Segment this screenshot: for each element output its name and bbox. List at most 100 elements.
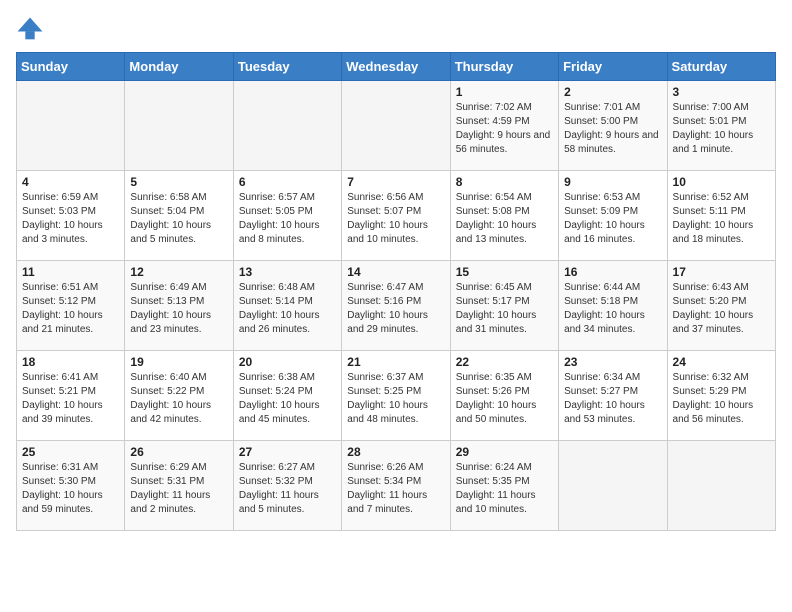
calendar-cell: 16 Sunrise: 6:44 AMSunset: 5:18 PMDayligh…: [559, 261, 667, 351]
day-number: 21: [347, 355, 444, 369]
calendar-cell: 11 Sunrise: 6:51 AMSunset: 5:12 PMDayligh…: [17, 261, 125, 351]
calendar-cell: 25Sunrise: 6:31 AMSunset: 5:30 PMDayligh…: [17, 441, 125, 531]
day-info: Sunrise: 7:00 AMSunset: 5:01 PMDaylight:…: [673, 101, 770, 157]
calendar-cell: 5Sunrise: 6:58 AMSunset: 5:04 PMDaylight…: [125, 171, 233, 261]
day-number: 3: [673, 85, 770, 99]
day-number: 8: [456, 175, 553, 189]
calendar-cell: [125, 81, 233, 171]
day-info: Sunrise: 6:48 AMSunset: 5:14 PMDaylight:…: [239, 281, 336, 337]
calendar-cell: 20 Sunrise: 6:38 AMSunset: 5:24 PMDayligh…: [233, 351, 341, 441]
calendar-table: SundayMondayTuesdayWednesdayThursdayFrid…: [16, 52, 776, 531]
day-info: Sunrise: 6:43 AMSunset: 5:20 PMDaylight:…: [673, 281, 770, 337]
day-number: 2: [564, 85, 661, 99]
day-info: Sunrise: 7:02 AMSunset: 4:59 PMDaylight:…: [456, 101, 553, 157]
day-number: 17: [673, 265, 770, 279]
calendar-header: SundayMondayTuesdayWednesdayThursdayFrid…: [17, 53, 776, 81]
calendar-cell: 19Sunrise: 6:40 AMSunset: 5:22 PMDayligh…: [125, 351, 233, 441]
day-number: 6: [239, 175, 336, 189]
calendar-cell: [233, 81, 341, 171]
calendar-cell: 27 Sunrise: 6:27 AMSunset: 5:32 PMDayligh…: [233, 441, 341, 531]
calendar-cell: [559, 441, 667, 531]
day-info: Sunrise: 6:45 AMSunset: 5:17 PMDaylight:…: [456, 281, 553, 337]
day-number: 18: [22, 355, 119, 369]
calendar-cell: 9 Sunrise: 6:53 AMSunset: 5:09 PMDaylight…: [559, 171, 667, 261]
calendar-cell: 18 Sunrise: 6:41 AMSunset: 5:21 PMDayligh…: [17, 351, 125, 441]
day-number: 4: [22, 175, 119, 189]
calendar-row: 1 Sunrise: 7:02 AMSunset: 4:59 PMDaylight…: [17, 81, 776, 171]
day-info: Sunrise: 6:44 AMSunset: 5:18 PMDaylight:…: [564, 281, 661, 337]
day-info: Sunrise: 6:49 AMSunset: 5:13 PMDaylight:…: [130, 281, 227, 337]
header-cell-friday: Friday: [559, 53, 667, 81]
calendar-cell: 13 Sunrise: 6:48 AMSunset: 5:14 PMDayligh…: [233, 261, 341, 351]
day-info: Sunrise: 6:41 AMSunset: 5:21 PMDaylight:…: [22, 371, 119, 427]
day-number: 27: [239, 445, 336, 459]
calendar-cell: 10 Sunrise: 6:52 AMSunset: 5:11 PMDayligh…: [667, 171, 775, 261]
calendar-cell: 15 Sunrise: 6:45 AMSunset: 5:17 PMDayligh…: [450, 261, 558, 351]
header-cell-monday: Monday: [125, 53, 233, 81]
header-cell-saturday: Saturday: [667, 53, 775, 81]
calendar-cell: 8 Sunrise: 6:54 AMSunset: 5:08 PMDaylight…: [450, 171, 558, 261]
calendar-cell: 1 Sunrise: 7:02 AMSunset: 4:59 PMDaylight…: [450, 81, 558, 171]
day-number: 29: [456, 445, 553, 459]
day-number: 7: [347, 175, 444, 189]
page-header: [16, 16, 776, 44]
day-info: Sunrise: 6:37 AMSunset: 5:25 PMDaylight:…: [347, 371, 444, 427]
day-number: 26: [130, 445, 227, 459]
day-info: Sunrise: 6:24 AMSunset: 5:35 PMDaylight:…: [456, 461, 553, 517]
header-cell-sunday: Sunday: [17, 53, 125, 81]
calendar-cell: [342, 81, 450, 171]
day-number: 11: [22, 265, 119, 279]
day-info: Sunrise: 6:53 AMSunset: 5:09 PMDaylight:…: [564, 191, 661, 247]
calendar-cell: 23Sunrise: 6:34 AMSunset: 5:27 PMDayligh…: [559, 351, 667, 441]
day-info: Sunrise: 6:38 AMSunset: 5:24 PMDaylight:…: [239, 371, 336, 427]
day-number: 15: [456, 265, 553, 279]
day-info: Sunrise: 6:51 AMSunset: 5:12 PMDaylight:…: [22, 281, 119, 337]
day-info: Sunrise: 6:27 AMSunset: 5:32 PMDaylight:…: [239, 461, 336, 517]
day-info: Sunrise: 6:40 AMSunset: 5:22 PMDaylight:…: [130, 371, 227, 427]
calendar-row: 25Sunrise: 6:31 AMSunset: 5:30 PMDayligh…: [17, 441, 776, 531]
calendar-row: 11 Sunrise: 6:51 AMSunset: 5:12 PMDayligh…: [17, 261, 776, 351]
day-number: 14: [347, 265, 444, 279]
calendar-cell: 4 Sunrise: 6:59 AMSunset: 5:03 PMDaylight…: [17, 171, 125, 261]
day-info: Sunrise: 6:31 AMSunset: 5:30 PMDaylight:…: [22, 461, 119, 517]
day-number: 1: [456, 85, 553, 99]
day-info: Sunrise: 6:56 AMSunset: 5:07 PMDaylight:…: [347, 191, 444, 247]
calendar-cell: 3 Sunrise: 7:00 AMSunset: 5:01 PMDaylight…: [667, 81, 775, 171]
calendar-row: 18 Sunrise: 6:41 AMSunset: 5:21 PMDayligh…: [17, 351, 776, 441]
calendar-cell: 2Sunrise: 7:01 AMSunset: 5:00 PMDaylight…: [559, 81, 667, 171]
logo-icon: [16, 16, 44, 44]
day-info: Sunrise: 6:26 AMSunset: 5:34 PMDaylight:…: [347, 461, 444, 517]
logo: [16, 16, 48, 44]
calendar-row: 4 Sunrise: 6:59 AMSunset: 5:03 PMDaylight…: [17, 171, 776, 261]
header-cell-tuesday: Tuesday: [233, 53, 341, 81]
day-number: 22: [456, 355, 553, 369]
day-info: Sunrise: 6:57 AMSunset: 5:05 PMDaylight:…: [239, 191, 336, 247]
header-row: SundayMondayTuesdayWednesdayThursdayFrid…: [17, 53, 776, 81]
day-info: Sunrise: 6:54 AMSunset: 5:08 PMDaylight:…: [456, 191, 553, 247]
day-number: 10: [673, 175, 770, 189]
day-number: 28: [347, 445, 444, 459]
day-number: 20: [239, 355, 336, 369]
day-number: 12: [130, 265, 227, 279]
day-info: Sunrise: 6:52 AMSunset: 5:11 PMDaylight:…: [673, 191, 770, 247]
calendar-cell: 12 Sunrise: 6:49 AMSunset: 5:13 PMDayligh…: [125, 261, 233, 351]
day-info: Sunrise: 6:59 AMSunset: 5:03 PMDaylight:…: [22, 191, 119, 247]
calendar-cell: 29 Sunrise: 6:24 AMSunset: 5:35 PMDayligh…: [450, 441, 558, 531]
day-info: Sunrise: 6:29 AMSunset: 5:31 PMDaylight:…: [130, 461, 227, 517]
calendar-cell: 6 Sunrise: 6:57 AMSunset: 5:05 PMDaylight…: [233, 171, 341, 261]
day-number: 13: [239, 265, 336, 279]
calendar-cell: [17, 81, 125, 171]
day-number: 24: [673, 355, 770, 369]
day-info: Sunrise: 6:34 AMSunset: 5:27 PMDaylight:…: [564, 371, 661, 427]
day-number: 9: [564, 175, 661, 189]
day-info: Sunrise: 6:35 AMSunset: 5:26 PMDaylight:…: [456, 371, 553, 427]
calendar-cell: 14Sunrise: 6:47 AMSunset: 5:16 PMDayligh…: [342, 261, 450, 351]
header-cell-wednesday: Wednesday: [342, 53, 450, 81]
day-number: 16: [564, 265, 661, 279]
day-info: Sunrise: 6:32 AMSunset: 5:29 PMDaylight:…: [673, 371, 770, 427]
calendar-cell: 21 Sunrise: 6:37 AMSunset: 5:25 PMDayligh…: [342, 351, 450, 441]
day-number: 5: [130, 175, 227, 189]
calendar-cell: 28 Sunrise: 6:26 AMSunset: 5:34 PMDayligh…: [342, 441, 450, 531]
calendar-cell: 7 Sunrise: 6:56 AMSunset: 5:07 PMDaylight…: [342, 171, 450, 261]
header-cell-thursday: Thursday: [450, 53, 558, 81]
